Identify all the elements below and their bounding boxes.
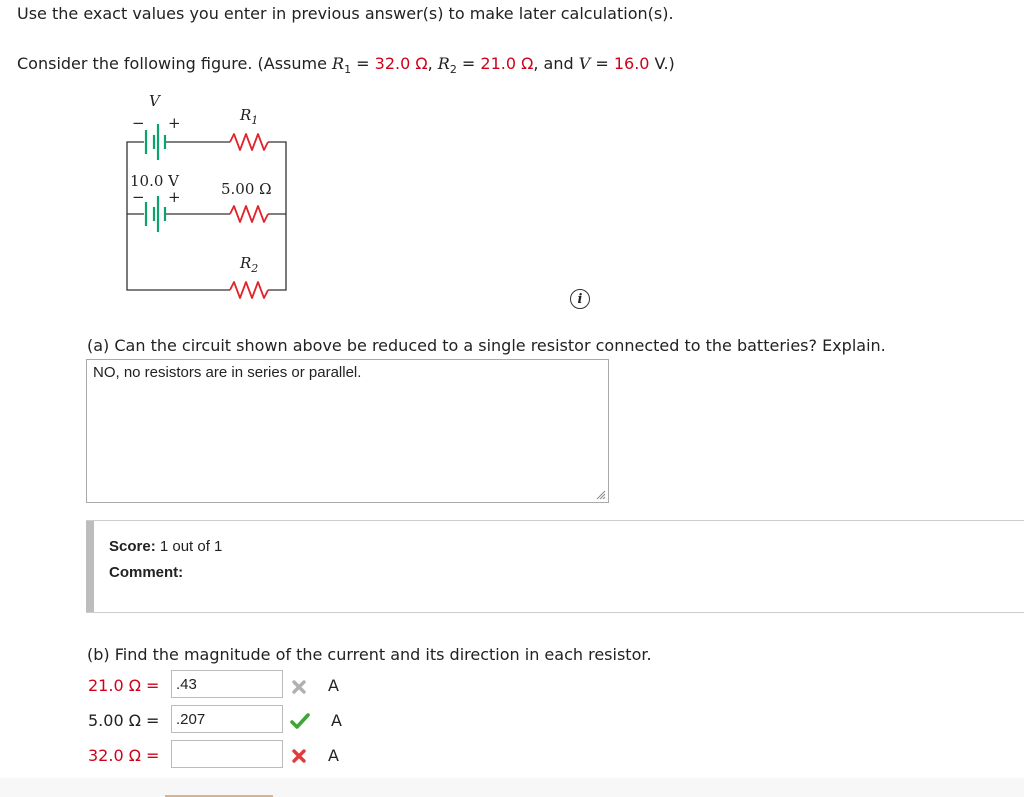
- r1-figure-letter: R: [240, 106, 252, 124]
- r1-symbol: R: [332, 54, 345, 73]
- plus-sign-top: +: [168, 114, 181, 132]
- v-value: 16.0: [613, 54, 650, 73]
- problem-intro: Consider the following figure. (Assume: [17, 54, 333, 73]
- current-21ohm-unit: A: [328, 676, 339, 695]
- comment-line: Comment:: [109, 564, 183, 581]
- part-a-answer-text: NO, no resistors are in series or parall…: [93, 364, 362, 381]
- score-panel-accent-bar: [86, 521, 94, 612]
- check-icon: [290, 713, 310, 729]
- r2-subscript: 2: [449, 63, 457, 77]
- middle-resistor-label: 5.00 Ω: [221, 180, 272, 198]
- info-icon[interactable]: i: [570, 289, 590, 309]
- middle-resistor: [229, 205, 269, 223]
- x-icon: [292, 749, 306, 763]
- part-b-question: (b) Find the magnitude of the current an…: [87, 645, 652, 664]
- v-label: V: [149, 92, 160, 110]
- current-21ohm-input[interactable]: [171, 670, 283, 698]
- problem-statement: Consider the following figure. (Assume R…: [17, 54, 675, 76]
- current-21ohm-label: 21.0 Ω =: [88, 676, 160, 695]
- bottom-strip: [0, 778, 1024, 797]
- eq-sign: =: [590, 54, 614, 73]
- separator: ,: [427, 54, 438, 73]
- r2-resistor: [229, 281, 269, 299]
- circuit-figure: V − + R1 10.0 V − + 5.00 Ω R2: [118, 90, 298, 300]
- current-5ohm-unit: A: [331, 711, 342, 730]
- minus-sign-mid: −: [132, 188, 145, 206]
- r2-figure-sub: 2: [251, 262, 259, 275]
- r1-resistor: [229, 133, 269, 151]
- r2-figure-label: R2: [240, 254, 258, 275]
- resize-grip-icon[interactable]: [594, 488, 606, 500]
- separator: , and: [533, 54, 579, 73]
- current-32ohm-label: 32.0 Ω =: [88, 746, 160, 765]
- part-a-question: (a) Can the circuit shown above be reduc…: [87, 336, 886, 355]
- eq-sign: =: [351, 54, 375, 73]
- r2-symbol: R: [437, 54, 450, 73]
- problem-tail: V.): [649, 54, 675, 73]
- v-symbol: V: [578, 54, 591, 73]
- current-5ohm-input[interactable]: [171, 705, 283, 733]
- comment-label: Comment:: [109, 564, 184, 581]
- score-label: Score:: [109, 538, 156, 555]
- score-line: Score: 1 out of 1: [109, 538, 222, 555]
- r1-value: 32.0 Ω: [374, 54, 428, 73]
- eq-sign: =: [456, 54, 481, 73]
- current-5ohm-label: 5.00 Ω =: [88, 711, 160, 730]
- r1-figure-sub: 1: [251, 114, 259, 127]
- x-icon: [292, 680, 306, 694]
- r2-value: 21.0 Ω: [480, 54, 534, 73]
- score-panel: Score: 1 out of 1 Comment:: [86, 520, 1024, 613]
- score-value: 1 out of 1: [155, 538, 223, 555]
- instructions-text: Use the exact values you enter in previo…: [17, 4, 674, 23]
- minus-sign-top: −: [132, 114, 145, 132]
- current-32ohm-unit: A: [328, 746, 339, 765]
- part-a-answer-textarea[interactable]: NO, no resistors are in series or parall…: [86, 359, 609, 503]
- current-32ohm-input[interactable]: [171, 740, 283, 768]
- r2-figure-letter: R: [240, 254, 252, 272]
- plus-sign-mid: +: [168, 188, 181, 206]
- r1-figure-label: R1: [240, 106, 258, 127]
